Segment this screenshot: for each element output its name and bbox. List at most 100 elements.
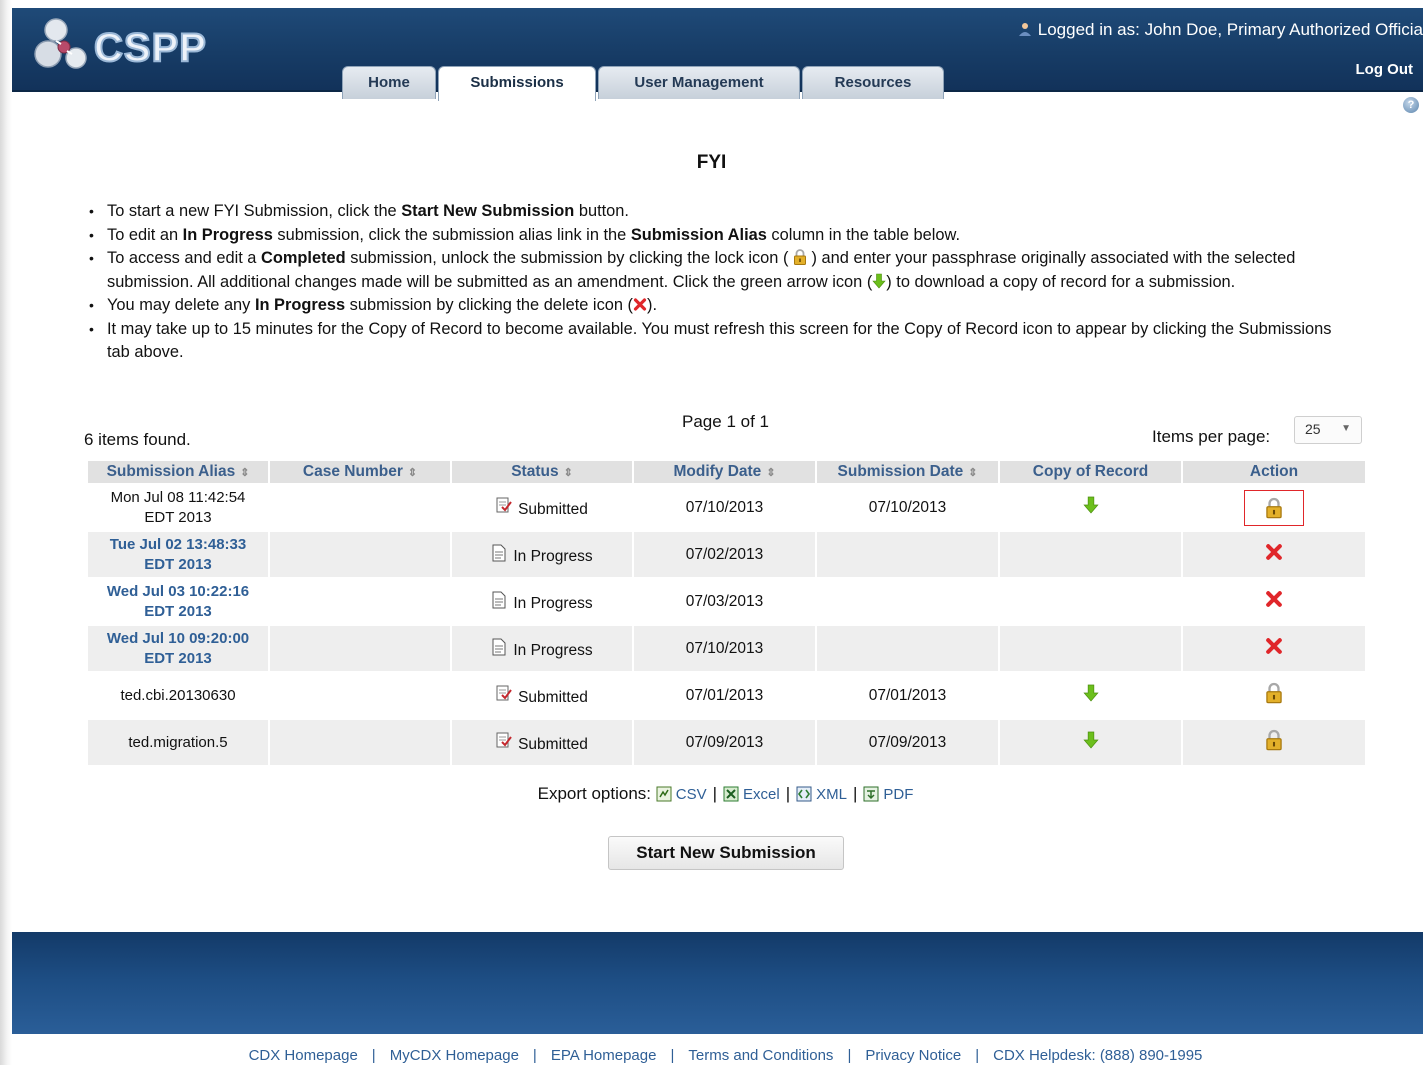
export-csv-link[interactable]: CSV	[656, 786, 707, 803]
footer-band	[12, 932, 1423, 1034]
lock-icon	[1266, 498, 1282, 519]
green-arrow-icon	[872, 273, 886, 288]
table-row: Mon Jul 08 11:42:54 EDT 2013 Submitted 07…	[88, 485, 1365, 530]
footer-link-terms[interactable]: Terms and Conditions	[688, 1047, 833, 1064]
lock-icon[interactable]	[1265, 729, 1283, 756]
sort-icon: ⇕	[563, 467, 573, 479]
submissions-table: Submission Alias ⇕ Case Number ⇕ Status ⇕ M…	[86, 459, 1367, 767]
col-header-copy-of-record: Copy of Record	[1000, 461, 1181, 483]
tab-submissions[interactable]: Submissions	[438, 66, 596, 101]
delete-icon[interactable]	[1265, 543, 1283, 566]
unlock-button-selected[interactable]	[1244, 489, 1304, 526]
download-arrow-icon[interactable]	[1082, 683, 1099, 708]
csv-file-icon	[656, 786, 672, 802]
cell-modify-date: 07/03/2013	[685, 592, 764, 610]
export-xml-link[interactable]: XML	[796, 786, 847, 803]
molecule-logo-icon	[34, 18, 87, 69]
instructions-list: To start a new FYI Submission, click the…	[86, 200, 1356, 365]
cell-copy-of-record	[1000, 579, 1181, 624]
cell-case-number	[270, 579, 450, 624]
excel-file-icon	[723, 786, 739, 802]
items-per-page-select[interactable]: 25 ▼	[1294, 416, 1362, 444]
footer-link-privacy[interactable]: Privacy Notice	[865, 1047, 961, 1064]
logout-link[interactable]: Log Out	[1356, 61, 1413, 78]
table-row: ted.cbi.20130630 Submitted 07/01/2013 07…	[88, 673, 1365, 718]
cell-action	[1183, 673, 1365, 718]
cell-submission-date: 07/10/2013	[868, 498, 947, 516]
tab-user-management[interactable]: User Management	[598, 66, 800, 99]
cell-submission-alias[interactable]: Tue Jul 02 13:48:33 EDT 2013	[88, 532, 268, 577]
cell-status: Submitted	[452, 673, 632, 718]
cell-copy-of-record	[1000, 485, 1181, 530]
cell-action	[1183, 485, 1365, 530]
cell-submission-date: 07/09/2013	[817, 720, 998, 765]
cell-submission-date	[817, 579, 998, 624]
cell-submission-alias[interactable]: Wed Jul 03 10:22:16 EDT 2013	[88, 579, 268, 624]
footer-link-helpdesk[interactable]: CDX Helpdesk: (888) 890-1995	[993, 1047, 1202, 1064]
cell-modify-date: 07/10/2013	[634, 626, 815, 671]
footer-link-epa-homepage[interactable]: EPA Homepage	[551, 1047, 657, 1064]
cell-submission-alias: ted.cbi.20130630	[120, 686, 236, 704]
col-header-submission-date[interactable]: Submission Date ⇕	[817, 461, 998, 483]
cell-submission-alias: Mon Jul 08 11:42:54 EDT 2013	[110, 488, 246, 526]
col-header-submission-alias[interactable]: Submission Alias ⇕	[88, 461, 268, 483]
lock-icon[interactable]	[1265, 682, 1283, 709]
cell-copy-of-record	[1000, 673, 1181, 718]
footer-link-cdx-homepage[interactable]: CDX Homepage	[249, 1047, 358, 1064]
table-row: Tue Jul 02 13:48:33 EDT 2013 In Progress …	[88, 532, 1365, 577]
cell-submission-date: 07/01/2013	[868, 686, 947, 704]
items-found: 6 items found.	[84, 430, 191, 449]
export-pdf-link[interactable]: PDF	[863, 786, 913, 803]
instruction-item: It may take up to 15 minutes for the Cop…	[86, 318, 1356, 365]
cell-copy-of-record	[1000, 532, 1181, 577]
items-per-page-value: 25	[1305, 421, 1321, 437]
download-arrow-icon[interactable]	[1082, 495, 1099, 520]
tab-home[interactable]: Home	[342, 66, 436, 99]
cell-action	[1183, 579, 1365, 624]
cell-submission-date	[817, 626, 998, 671]
footer-links: CDX Homepage | MyCDX Homepage | EPA Homepage…	[248, 1047, 1203, 1064]
cell-action	[1183, 532, 1365, 577]
cell-submission-alias[interactable]: Wed Jul 10 09:20:00 EDT 2013	[88, 626, 268, 671]
cell-action	[1183, 720, 1365, 765]
help-icon[interactable]: ?	[1403, 97, 1419, 113]
download-arrow-icon[interactable]	[1082, 730, 1099, 755]
cell-case-number	[270, 720, 450, 765]
sort-icon: ⇕	[240, 467, 250, 479]
submitted-doc-icon	[496, 685, 512, 700]
export-excel-link[interactable]: Excel	[723, 786, 780, 803]
pdf-file-icon	[863, 786, 879, 802]
cell-modify-date: 07/02/2013	[634, 532, 815, 577]
col-header-modify-date[interactable]: Modify Date ⇕	[634, 461, 815, 483]
delete-icon[interactable]	[1265, 590, 1283, 613]
col-header-status[interactable]: Status ⇕	[452, 461, 632, 483]
col-header-action: Action	[1183, 461, 1365, 483]
start-new-submission-button[interactable]: Start New Submission	[608, 836, 844, 870]
cell-case-number	[270, 673, 450, 718]
cell-status: In Progress	[452, 626, 632, 671]
page-title: FYI	[696, 152, 727, 173]
table-row: Wed Jul 10 09:20:00 EDT 2013 In Progress …	[88, 626, 1365, 671]
footer-link-mycdx-homepage[interactable]: MyCDX Homepage	[390, 1047, 519, 1064]
cell-submission-date	[817, 532, 998, 577]
tab-resources[interactable]: Resources	[802, 66, 944, 99]
submitted-doc-icon	[496, 732, 512, 747]
header-bar: CSPP Logged in as: John Doe, Primary Aut…	[12, 8, 1423, 101]
xml-file-icon	[796, 786, 812, 802]
instruction-item: To edit an In Progress submission, click…	[86, 224, 1356, 248]
logo-text: CSPP	[93, 25, 207, 71]
cell-status: In Progress	[452, 579, 632, 624]
instruction-item: To access and edit a Completed submissio…	[86, 247, 1356, 294]
logged-in-status: Logged in as: John Doe, Primary Authoriz…	[1018, 20, 1423, 40]
col-header-case-number[interactable]: Case Number ⇕	[270, 461, 450, 483]
cell-case-number	[270, 626, 450, 671]
lock-icon	[793, 249, 806, 265]
delete-icon	[633, 298, 647, 311]
cell-copy-of-record	[1000, 720, 1181, 765]
instruction-item: To start a new FYI Submission, click the…	[86, 200, 1356, 224]
cspp-logo[interactable]: CSPP	[32, 14, 232, 80]
delete-icon[interactable]	[1265, 637, 1283, 660]
logged-in-text: Logged in as: John Doe, Primary Authoriz…	[1037, 20, 1423, 39]
table-row: Wed Jul 03 10:22:16 EDT 2013 In Progress …	[88, 579, 1365, 624]
cell-case-number	[270, 532, 450, 577]
